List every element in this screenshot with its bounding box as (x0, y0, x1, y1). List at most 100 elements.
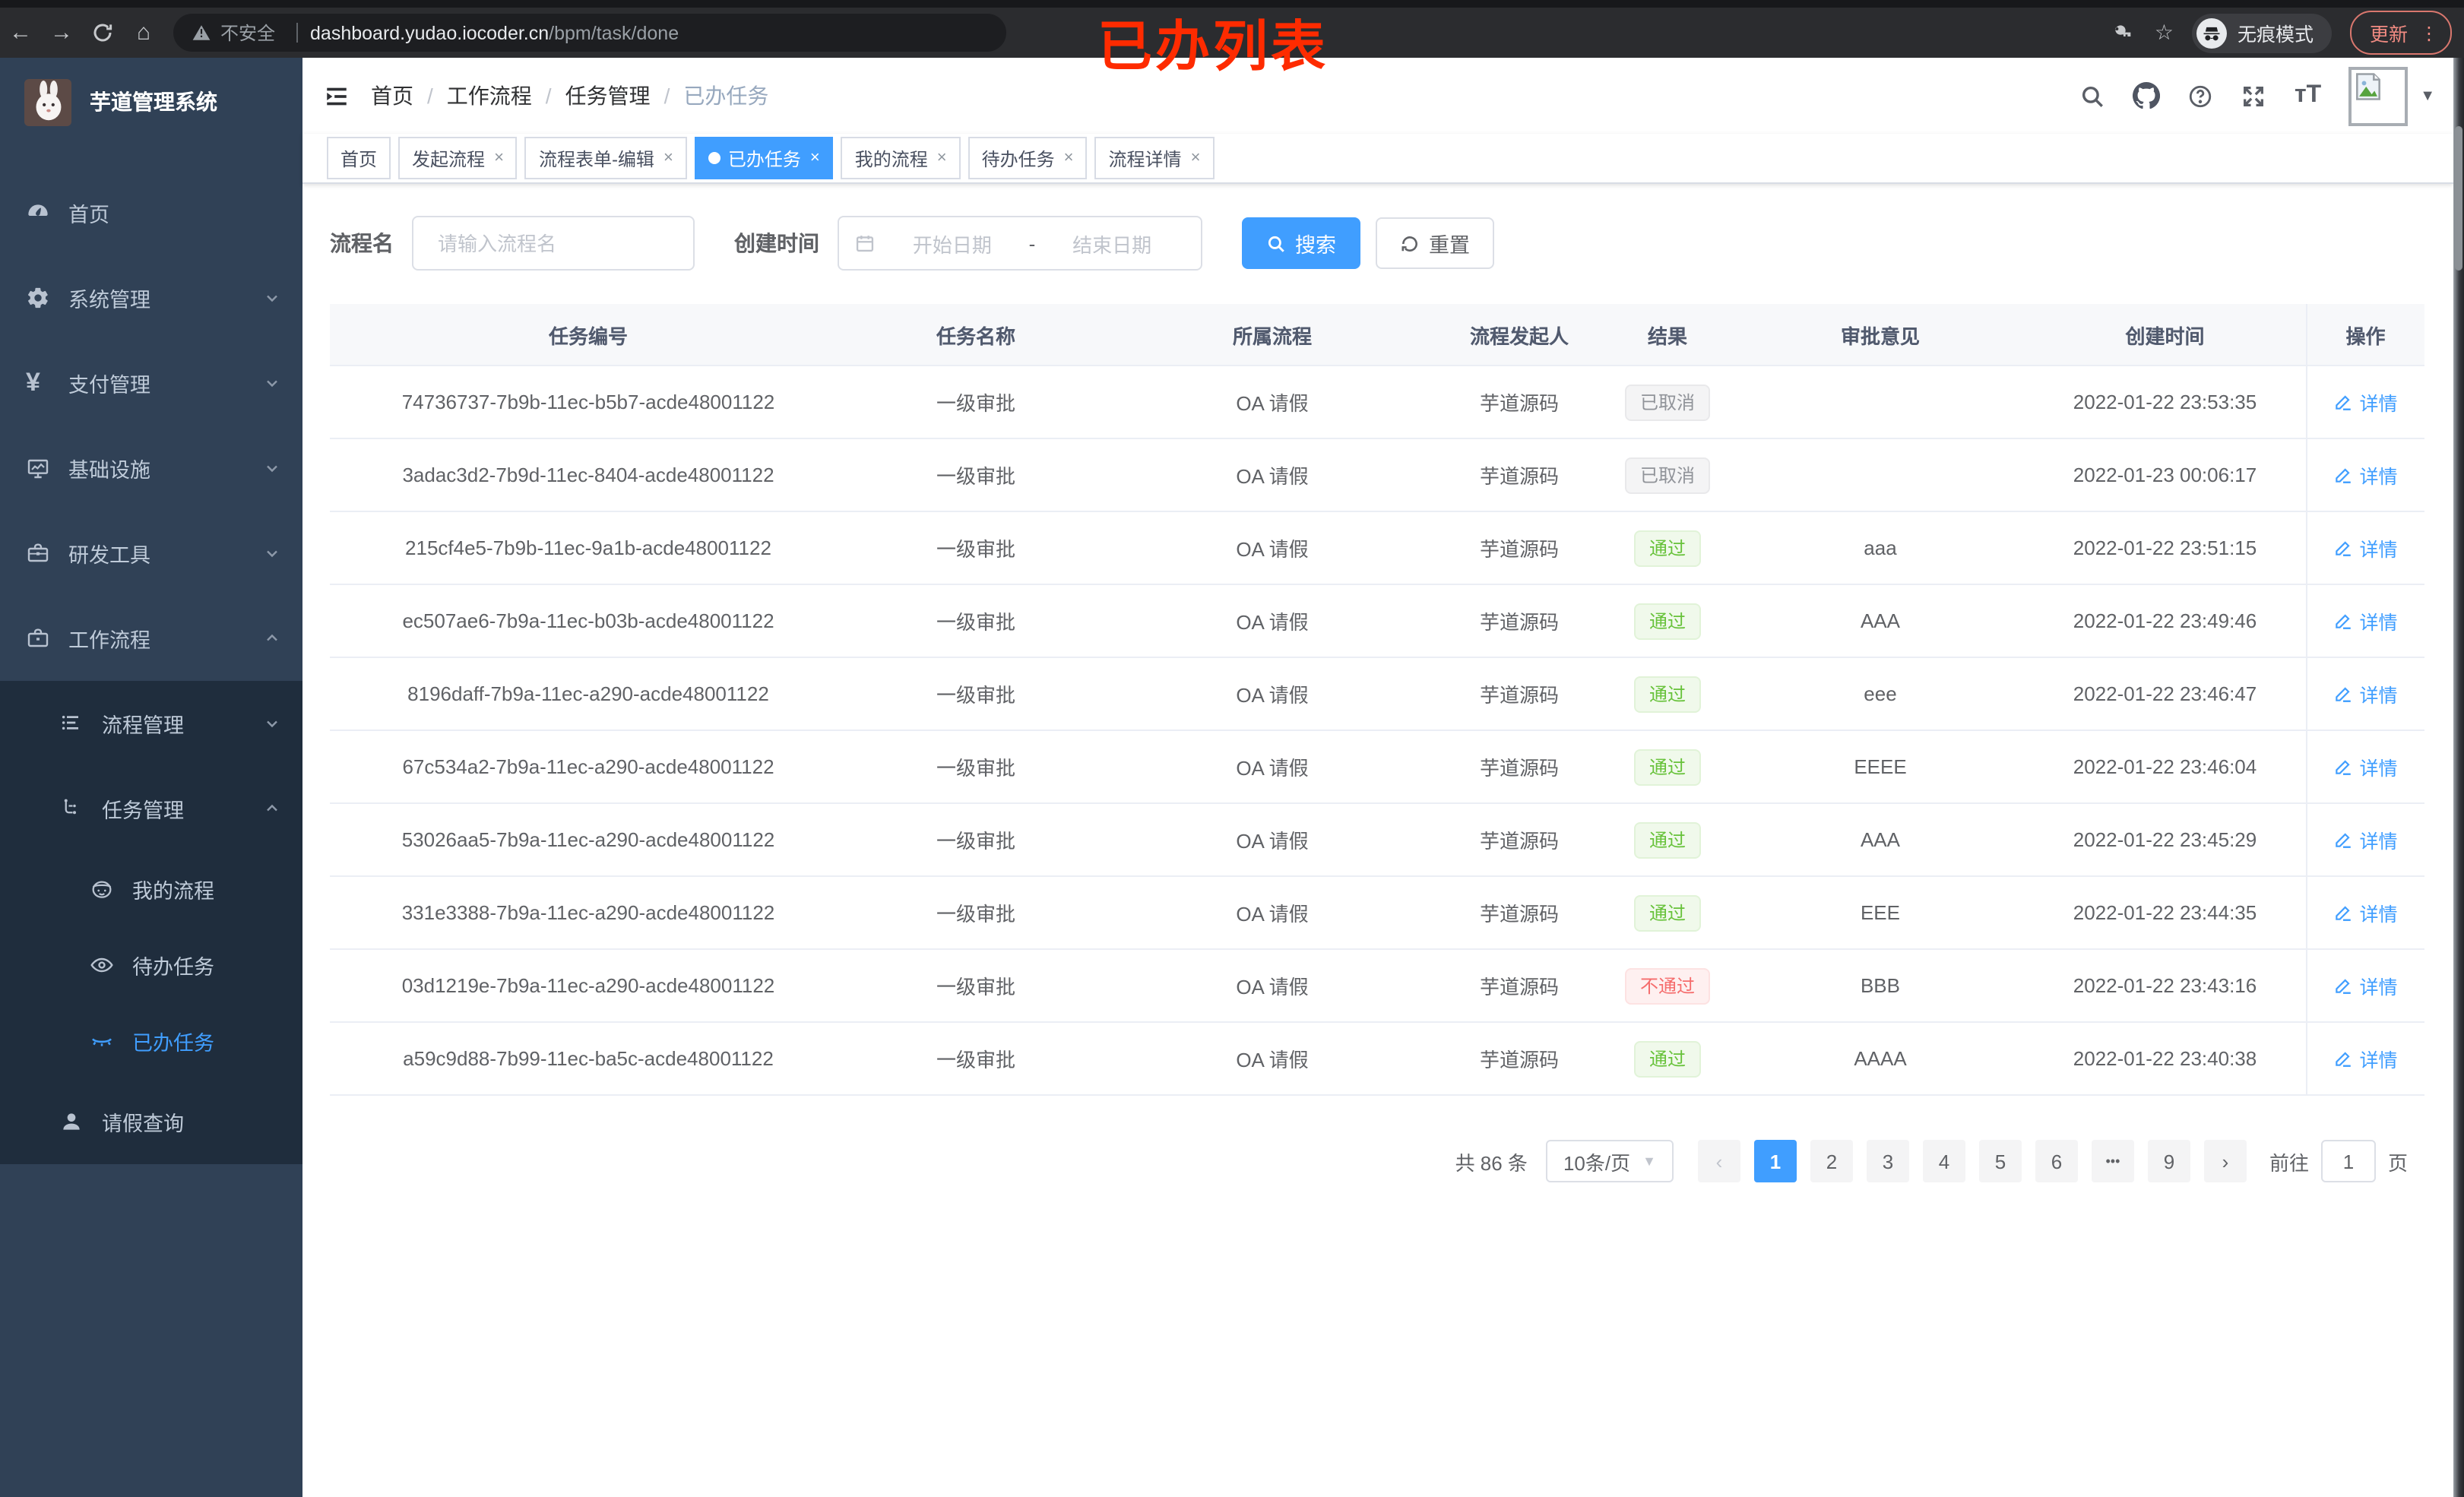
detail-link-label: 详情 (2359, 758, 2398, 780)
browser-reload-button[interactable] (82, 21, 123, 44)
fullscreen-icon[interactable] (2241, 83, 2267, 109)
pager-page-9[interactable]: 9 (2147, 1140, 2190, 1182)
reset-button-label: 重置 (1429, 234, 1470, 257)
status-badge: 不通过 (1624, 967, 1710, 1004)
detail-link[interactable]: 详情 (2333, 388, 2398, 416)
sidebar-item-待办任务[interactable]: 待办任务 (0, 927, 302, 1003)
tab-我的流程[interactable]: 我的流程 × (841, 137, 961, 179)
initiator-cell: 芋道源码 (1439, 803, 1599, 877)
process-cell: OA 请假 (1105, 366, 1439, 439)
address-bar[interactable]: 不安全 dashboard.yudao.iocoder.cn/bpm/task/… (173, 14, 1006, 52)
sidebar-item-基础设施[interactable]: 基础设施 (0, 426, 302, 511)
chevron-up-icon (263, 799, 281, 818)
text-size-icon[interactable]: тT (2295, 82, 2321, 109)
detail-link[interactable]: 详情 (2333, 898, 2398, 927)
breadcrumb-item[interactable]: 任务管理 (565, 81, 651, 111)
detail-link[interactable]: 详情 (2333, 679, 2398, 708)
tab-已办任务[interactable]: 已办任务 × (694, 137, 834, 179)
app-logo-row[interactable]: 芋道管理系统 (0, 58, 302, 146)
pager-prev-button[interactable]: ‹ (1697, 1140, 1740, 1182)
detail-link[interactable]: 详情 (2333, 752, 2398, 781)
sidebar-item-研发工具[interactable]: 研发工具 (0, 511, 302, 596)
password-key-icon[interactable] (2109, 21, 2133, 45)
browser-forward-button[interactable]: → (41, 20, 82, 46)
sidebar-item-我的流程[interactable]: 我的流程 (0, 851, 302, 927)
sidebar-item-请假查询[interactable]: 请假查询 (0, 1079, 302, 1164)
tab-发起流程[interactable]: 发起流程 × (398, 137, 518, 179)
tab-流程表单-编辑[interactable]: 流程表单-编辑 × (524, 137, 687, 179)
sidebar-item-任务管理[interactable]: 任务管理 (0, 766, 302, 851)
tab-close-icon[interactable]: × (1064, 149, 1074, 167)
search-icon[interactable] (2080, 83, 2106, 109)
detail-link[interactable]: 详情 (2333, 1044, 2398, 1073)
created-time-cell: 2022-01-22 23:40:38 (2025, 1022, 2306, 1096)
edit-pen-icon (2333, 684, 2359, 704)
detail-link[interactable]: 详情 (2333, 533, 2398, 562)
goto-page-input[interactable] (2320, 1140, 2376, 1182)
table-row: a59c9d88-7b99-11ec-ba5c-acde48001122 一级审批… (330, 1022, 2424, 1096)
sidebar-item-已办任务[interactable]: 已办任务 (0, 1003, 302, 1079)
avatar[interactable] (2348, 66, 2409, 125)
navbar-right: тT ▼ (2080, 66, 2453, 125)
detail-link[interactable]: 详情 (2333, 825, 2398, 854)
detail-link[interactable]: 详情 (2333, 460, 2398, 489)
pager-page-4[interactable]: 4 (1922, 1140, 1965, 1182)
pager-page-3[interactable]: 3 (1866, 1140, 1909, 1182)
created-time-cell: 2022-01-22 23:43:16 (2025, 949, 2306, 1023)
process-name-input[interactable] (435, 230, 672, 256)
tab-close-icon[interactable]: × (494, 149, 504, 167)
detail-link[interactable]: 详情 (2333, 606, 2398, 635)
tab-close-icon[interactable]: × (664, 149, 673, 167)
date-range-separator: - (1028, 232, 1036, 255)
pager-page-6[interactable]: 6 (2035, 1140, 2078, 1182)
eye-closed-icon (90, 1029, 114, 1053)
sidebar-item-系统管理[interactable]: 系统管理 (0, 255, 302, 340)
breadcrumb-item[interactable]: 首页 (371, 81, 413, 111)
pager-page-1[interactable]: 1 (1753, 1140, 1797, 1182)
tab-close-icon[interactable]: × (810, 149, 820, 167)
sidebar-toggle-icon[interactable] (302, 83, 371, 109)
pager-page-5[interactable]: 5 (1978, 1140, 2022, 1182)
comment-cell: EEEE (1736, 730, 2025, 804)
date-range-input[interactable]: 开始日期 - 结束日期 (838, 216, 1202, 271)
reset-button[interactable]: 重置 (1376, 217, 1494, 269)
window-scrollbar[interactable] (2453, 58, 2464, 1497)
search-button[interactable]: 搜索 (1242, 217, 1360, 269)
start-date-placeholder[interactable]: 开始日期 (879, 229, 1026, 258)
browser-menu-kebab-icon[interactable]: ⋮ (2420, 22, 2438, 43)
question-icon[interactable] (2188, 83, 2214, 109)
tab-首页[interactable]: 首页 (327, 137, 391, 179)
sidebar-item-工作流程[interactable]: 工作流程 (0, 596, 302, 681)
sidebar-item-流程管理[interactable]: 流程管理 (0, 681, 302, 766)
monitor-icon (26, 456, 50, 480)
tab-close-icon[interactable]: × (937, 149, 947, 167)
active-tab-dot (708, 152, 721, 164)
process-cell: OA 请假 (1105, 438, 1439, 512)
browser-back-button[interactable]: ← (0, 20, 41, 46)
sidebar-item-首页[interactable]: 首页 (0, 170, 302, 255)
tab-流程详情[interactable]: 流程详情 × (1094, 137, 1215, 179)
sidebar-menu: 首页 系统管理 ¥ 支付管理 基础设施 研发工具 工作流程 流程管理 任务管理 我的流程 待办任务… (0, 170, 302, 1164)
avatar-caret-down-icon[interactable]: ▼ (2420, 87, 2435, 104)
scrollbar-thumb[interactable] (2455, 126, 2462, 271)
page-size-select[interactable]: 10条/页 ▼ (1545, 1140, 1674, 1182)
sidebar-item-支付管理[interactable]: ¥ 支付管理 (0, 340, 302, 426)
goto-unit: 页 (2387, 1151, 2408, 1174)
pager-next-button[interactable]: › (2203, 1140, 2247, 1182)
pager-more-button[interactable]: ••• (2091, 1140, 2134, 1182)
browser-home-button[interactable]: ⌂ (123, 20, 164, 46)
end-date-placeholder[interactable]: 结束日期 (1038, 229, 1186, 258)
bookmark-star-icon[interactable]: ☆ (2155, 20, 2174, 46)
browser-update-button[interactable]: 更新 ⋮ (2349, 11, 2452, 55)
url-path: /bpm/task/done (549, 22, 679, 43)
detail-link[interactable]: 详情 (2333, 971, 2398, 1000)
browser-toolbar: ← → ⌂ 不安全 dashboard.yudao.iocoder.cn/bpm… (0, 8, 2464, 58)
tab-待办任务[interactable]: 待办任务 × (968, 137, 1088, 179)
tab-close-icon[interactable]: × (1191, 149, 1201, 167)
screen: ← → ⌂ 不安全 dashboard.yudao.iocoder.cn/bpm… (0, 0, 2464, 1497)
edit-pen-icon (2333, 465, 2359, 485)
breadcrumb-item[interactable]: 工作流程 (447, 81, 532, 111)
pager-page-2[interactable]: 2 (1810, 1140, 1853, 1182)
action-cell: 详情 (2305, 438, 2424, 512)
github-icon[interactable] (2133, 82, 2161, 109)
